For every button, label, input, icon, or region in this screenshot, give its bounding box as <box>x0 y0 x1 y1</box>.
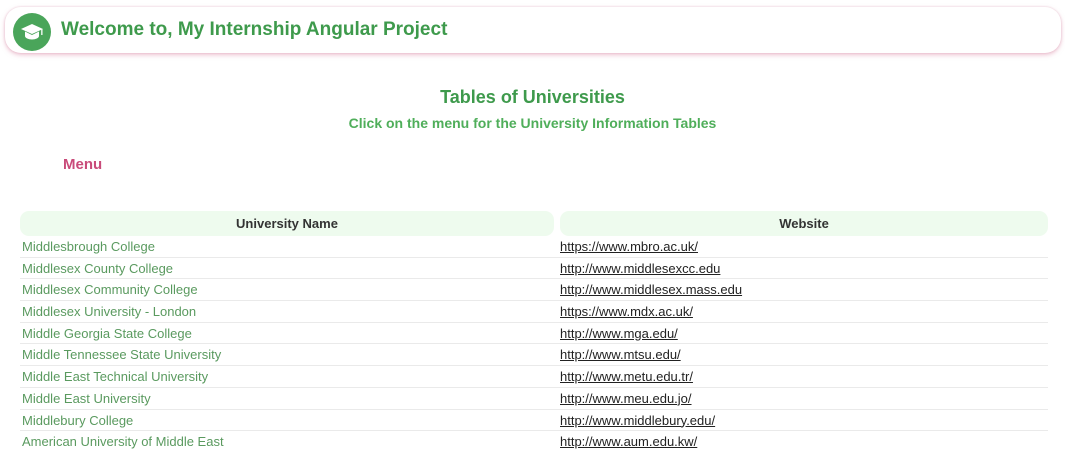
table-row: Middlebury College http://www.middlebury… <box>20 410 1048 432</box>
university-name-cell: Middlesex University - London <box>22 304 197 320</box>
website-link[interactable]: https://www.mbro.ac.uk/ <box>560 239 698 254</box>
university-name-cell: Middlesex County College <box>22 260 174 276</box>
university-name-cell: Middle Georgia State College <box>22 325 192 341</box>
top-header-bar: Welcome to, My Internship Angular Projec… <box>5 7 1061 53</box>
website-link[interactable]: http://www.mga.edu/ <box>560 326 678 341</box>
table-row: Middlesex County College http://www.midd… <box>20 258 1048 280</box>
university-name-cell: Middlesex Community College <box>22 282 198 298</box>
website-link[interactable]: http://www.metu.edu.tr/ <box>560 369 693 384</box>
column-header-university-name: University Name <box>20 211 554 236</box>
table-body: Middlesbrough College https://www.mbro.a… <box>20 236 1048 450</box>
website-link[interactable]: http://www.meu.edu.jo/ <box>560 391 692 406</box>
page-subtitle: Click on the menu for the University Inf… <box>348 115 717 131</box>
table-row: Middle East Technical University http://… <box>20 366 1048 388</box>
menu-link[interactable]: Menu <box>63 156 102 173</box>
university-name-cell: American University of Middle East <box>22 434 224 450</box>
table-row: Middlesbrough College https://www.mbro.a… <box>20 236 1048 258</box>
table-row: Middle Georgia State College http://www.… <box>20 323 1048 345</box>
header-title: Welcome to, My Internship Angular Projec… <box>61 19 448 40</box>
university-name-cell: Middle Tennessee State University <box>22 347 222 363</box>
website-link[interactable]: http://www.middlebury.edu/ <box>560 413 715 428</box>
university-name-cell: Middlebury College <box>22 412 134 428</box>
graduation-cap-icon <box>13 13 51 51</box>
website-link[interactable]: http://www.mtsu.edu/ <box>560 347 681 362</box>
universities-table: University Name Website Middlesbrough Co… <box>20 211 1048 450</box>
page-title: Tables of Universities <box>440 87 625 107</box>
table-row: Middle Tennessee State University http:/… <box>20 344 1048 367</box>
university-name-cell: Middle East Technical University <box>22 369 209 385</box>
page: Welcome to, My Internship Angular Projec… <box>0 0 1065 450</box>
website-link[interactable]: http://www.middlesexcc.edu <box>560 261 720 276</box>
website-link[interactable]: https://www.mdx.ac.uk/ <box>560 304 693 319</box>
table-row: Middlesex Community College http://www.m… <box>20 279 1048 302</box>
table-row: American University of Middle East http:… <box>20 431 1048 450</box>
column-header-website: Website <box>560 211 1048 236</box>
university-name-cell: Middle East University <box>22 390 151 406</box>
website-link[interactable]: http://www.middlesex.mass.edu <box>560 282 742 297</box>
table-row: Middlesex University - London https://ww… <box>20 301 1048 323</box>
website-link[interactable]: http://www.aum.edu.kw/ <box>560 434 697 449</box>
university-name-cell: Middlesbrough College <box>22 239 155 254</box>
table-header: University Name Website <box>20 211 1048 236</box>
table-row: Middle East University http://www.meu.ed… <box>20 388 1048 410</box>
